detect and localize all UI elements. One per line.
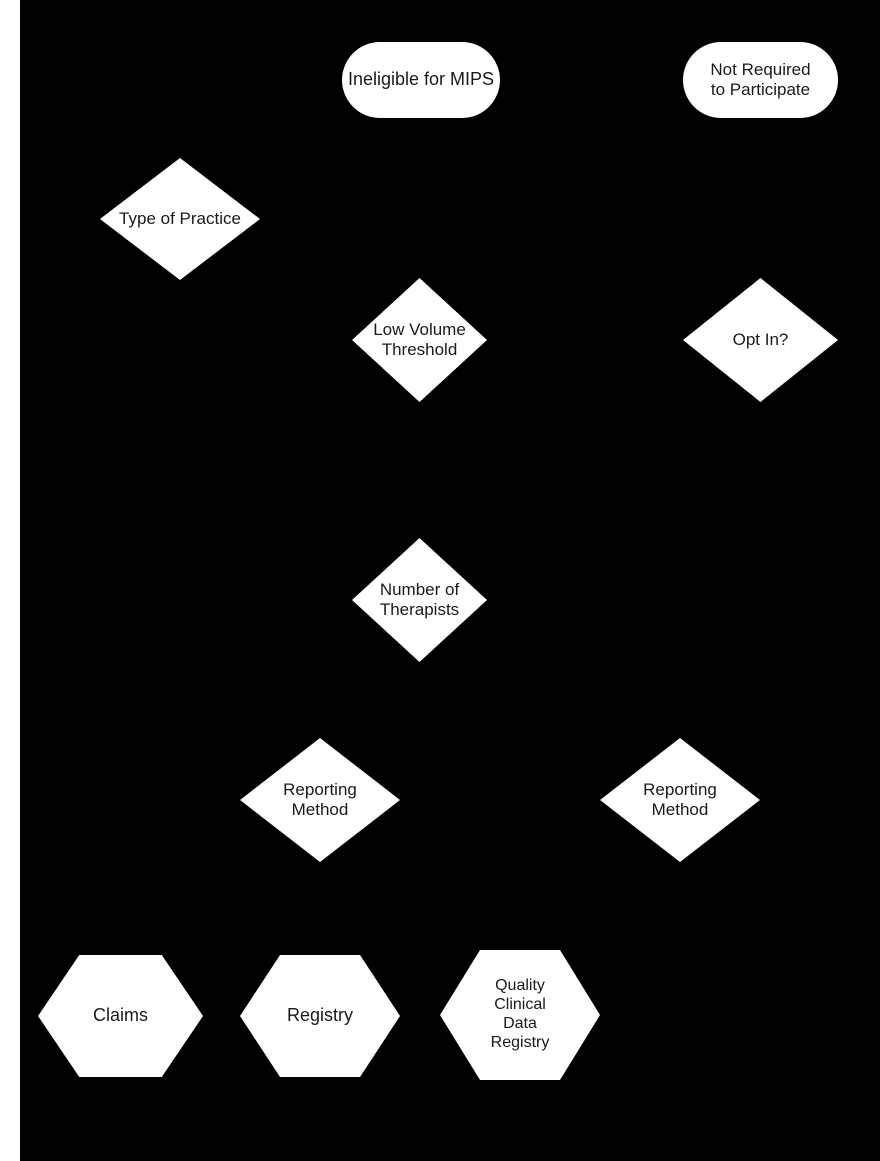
node-type-of-practice[interactable]: Type of Practice — [100, 158, 260, 280]
node-label-type-of-practice: Type of Practice — [119, 208, 241, 228]
flowchart-canvas: Ineligible for MIPS Not Required to Parti… — [0, 0, 880, 1161]
node-label-quality-clinical-data-registry: Quality Clinical Data Registry — [490, 977, 550, 1051]
node-label-reporting-method-right: Reporting Method — [643, 779, 717, 819]
node-label-reporting-method-left: Reporting Method — [283, 779, 357, 819]
node-low-volume-threshold[interactable]: Low Volume Threshold — [352, 278, 487, 402]
node-label-not-required-to-participate: Not Required to Participate — [710, 59, 811, 99]
node-label-ineligible-for-mips: Ineligible for MIPS — [347, 69, 495, 90]
node-label-opt-in: Opt In? — [732, 329, 789, 349]
node-opt-in[interactable]: Opt In? — [683, 278, 838, 402]
node-reporting-method-left[interactable]: Reporting Method — [240, 738, 400, 862]
node-claims[interactable]: Claims — [38, 955, 203, 1077]
node-label-claims: Claims — [92, 1005, 148, 1026]
node-label-low-volume-threshold: Low Volume Threshold — [373, 319, 466, 359]
node-ineligible-for-mips[interactable]: Ineligible for MIPS — [342, 42, 500, 118]
node-number-of-therapists[interactable]: Number of Therapists — [352, 538, 487, 662]
node-registry[interactable]: Registry — [240, 955, 400, 1077]
node-label-registry: Registry — [286, 1005, 353, 1026]
node-label-number-of-therapists: Number of Therapists — [379, 579, 460, 619]
node-quality-clinical-data-registry[interactable]: Quality Clinical Data Registry — [440, 950, 600, 1080]
node-not-required-to-participate[interactable]: Not Required to Participate — [683, 42, 838, 118]
node-reporting-method-right[interactable]: Reporting Method — [600, 738, 760, 862]
